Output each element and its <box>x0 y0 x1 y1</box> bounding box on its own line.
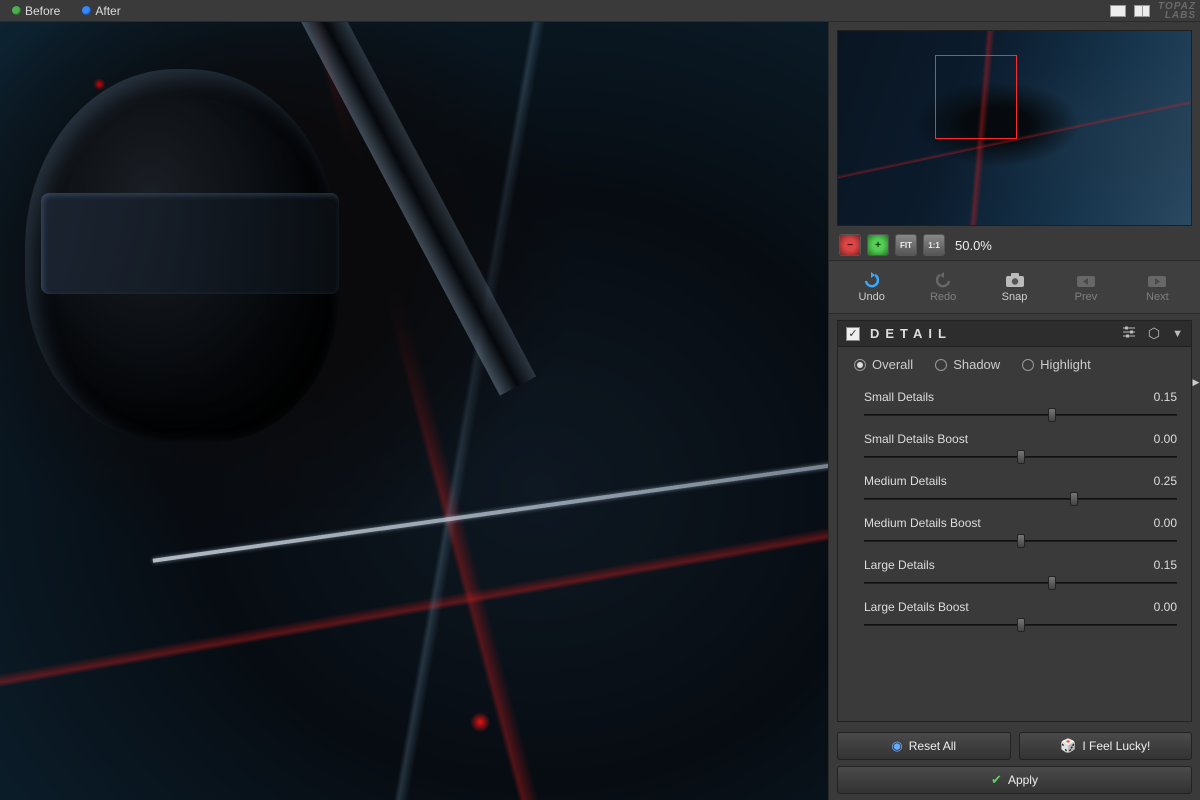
zoom-level-label: 50.0% <box>955 238 992 253</box>
slider-label: Small Details Boost <box>864 432 968 446</box>
slider-label: Small Details <box>864 390 934 404</box>
prev-icon <box>1075 271 1097 289</box>
redo-button[interactable]: Redo <box>908 267 977 307</box>
after-indicator-icon <box>82 6 91 15</box>
dice-icon: 🎲 <box>1060 738 1076 754</box>
slider-row: Medium Details 0.25 <box>864 468 1177 510</box>
slider-thumb[interactable] <box>1048 408 1056 422</box>
slider-track[interactable] <box>864 532 1177 550</box>
apply-button[interactable]: ✔ Apply <box>837 766 1192 794</box>
slider-value: 0.15 <box>1154 558 1177 572</box>
detail-sliders: Small Details 0.15 Small Details Boost 0.00… <box>838 380 1191 721</box>
reset-all-button[interactable]: ◉ Reset All <box>837 732 1011 760</box>
slider-row: Small Details Boost 0.00 <box>864 426 1177 468</box>
preview-canvas[interactable] <box>0 22 828 800</box>
zoom-fit-button[interactable]: FIT <box>895 234 917 256</box>
slider-row: Large Details 0.15 <box>864 552 1177 594</box>
brand-logo: TOPAZ LABS <box>1158 2 1196 20</box>
slider-value: 0.15 <box>1154 390 1177 404</box>
zoom-100-button[interactable]: 1:1 <box>923 234 945 256</box>
navigator-preview[interactable] <box>837 30 1192 226</box>
panel-settings-icon[interactable] <box>1122 326 1136 341</box>
radio-highlight[interactable]: Highlight <box>1022 357 1091 372</box>
slider-thumb[interactable] <box>1070 492 1078 506</box>
expand-panel-handle[interactable]: ▶ <box>1191 362 1200 402</box>
slider-track[interactable] <box>864 574 1177 592</box>
single-view-icon[interactable] <box>1110 5 1126 17</box>
slider-track[interactable] <box>864 490 1177 508</box>
slider-thumb[interactable] <box>1048 576 1056 590</box>
slider-value: 0.00 <box>1154 600 1177 614</box>
chevron-down-icon[interactable]: ▼ <box>1172 328 1183 340</box>
slider-row: Large Details Boost 0.00 <box>864 594 1177 636</box>
detail-panel: ✓ DETAIL ⬡ ▼ Overall Sha <box>837 320 1192 722</box>
detail-enable-checkbox[interactable]: ✓ <box>846 327 860 341</box>
next-snapshot-button[interactable]: Next <box>1123 267 1192 307</box>
i-feel-lucky-button[interactable]: 🎲 I Feel Lucky! <box>1019 732 1193 760</box>
slider-row: Small Details 0.15 <box>864 384 1177 426</box>
zoom-toolbar: − + FIT 1:1 50.0% <box>829 230 1200 260</box>
undo-icon <box>861 271 883 289</box>
history-toolbar: Undo Redo Snap Prev <box>829 260 1200 314</box>
slider-thumb[interactable] <box>1017 534 1025 548</box>
before-indicator-icon <box>12 6 21 15</box>
preview-image-detail <box>41 193 339 294</box>
radio-icon <box>935 359 947 371</box>
before-toggle[interactable]: Before <box>4 3 68 19</box>
redo-icon <box>932 271 954 289</box>
zoom-in-button[interactable]: + <box>867 234 889 256</box>
top-toolbar: Before After TOPAZ LABS <box>0 0 1200 22</box>
radio-icon <box>1022 359 1034 371</box>
slider-value: 0.00 <box>1154 432 1177 446</box>
slider-label: Large Details <box>864 558 935 572</box>
detail-scope-radios: Overall Shadow Highlight <box>838 347 1191 380</box>
slider-track[interactable] <box>864 406 1177 424</box>
slider-track[interactable] <box>864 616 1177 634</box>
radio-shadow[interactable]: Shadow <box>935 357 1000 372</box>
snap-button[interactable]: Snap <box>980 267 1049 307</box>
check-icon: ✔ <box>991 772 1002 788</box>
slider-thumb[interactable] <box>1017 450 1025 464</box>
zoom-out-button[interactable]: − <box>839 234 861 256</box>
next-icon <box>1146 271 1168 289</box>
panel-preset-icon[interactable]: ⬡ <box>1148 325 1160 342</box>
slider-track[interactable] <box>864 448 1177 466</box>
slider-label: Medium Details <box>864 474 947 488</box>
detail-panel-title: DETAIL <box>870 326 952 341</box>
radio-overall[interactable]: Overall <box>854 357 913 372</box>
slider-label: Medium Details Boost <box>864 516 981 530</box>
after-toggle[interactable]: After <box>74 3 128 19</box>
right-sidebar: − + FIT 1:1 50.0% Undo Redo <box>828 22 1200 800</box>
after-label: After <box>95 4 120 18</box>
undo-button[interactable]: Undo <box>837 267 906 307</box>
navigator-viewport-rect[interactable] <box>935 55 1017 139</box>
prev-snapshot-button[interactable]: Prev <box>1051 267 1120 307</box>
slider-thumb[interactable] <box>1017 618 1025 632</box>
slider-label: Large Details Boost <box>864 600 969 614</box>
before-label: Before <box>25 4 60 18</box>
split-view-icon[interactable] <box>1134 5 1150 17</box>
reset-icon: ◉ <box>891 738 902 754</box>
camera-icon <box>1004 271 1026 289</box>
slider-value: 0.00 <box>1154 516 1177 530</box>
slider-value: 0.25 <box>1154 474 1177 488</box>
radio-icon <box>854 359 866 371</box>
slider-row: Medium Details Boost 0.00 <box>864 510 1177 552</box>
detail-panel-header: ✓ DETAIL ⬡ ▼ <box>838 321 1191 347</box>
